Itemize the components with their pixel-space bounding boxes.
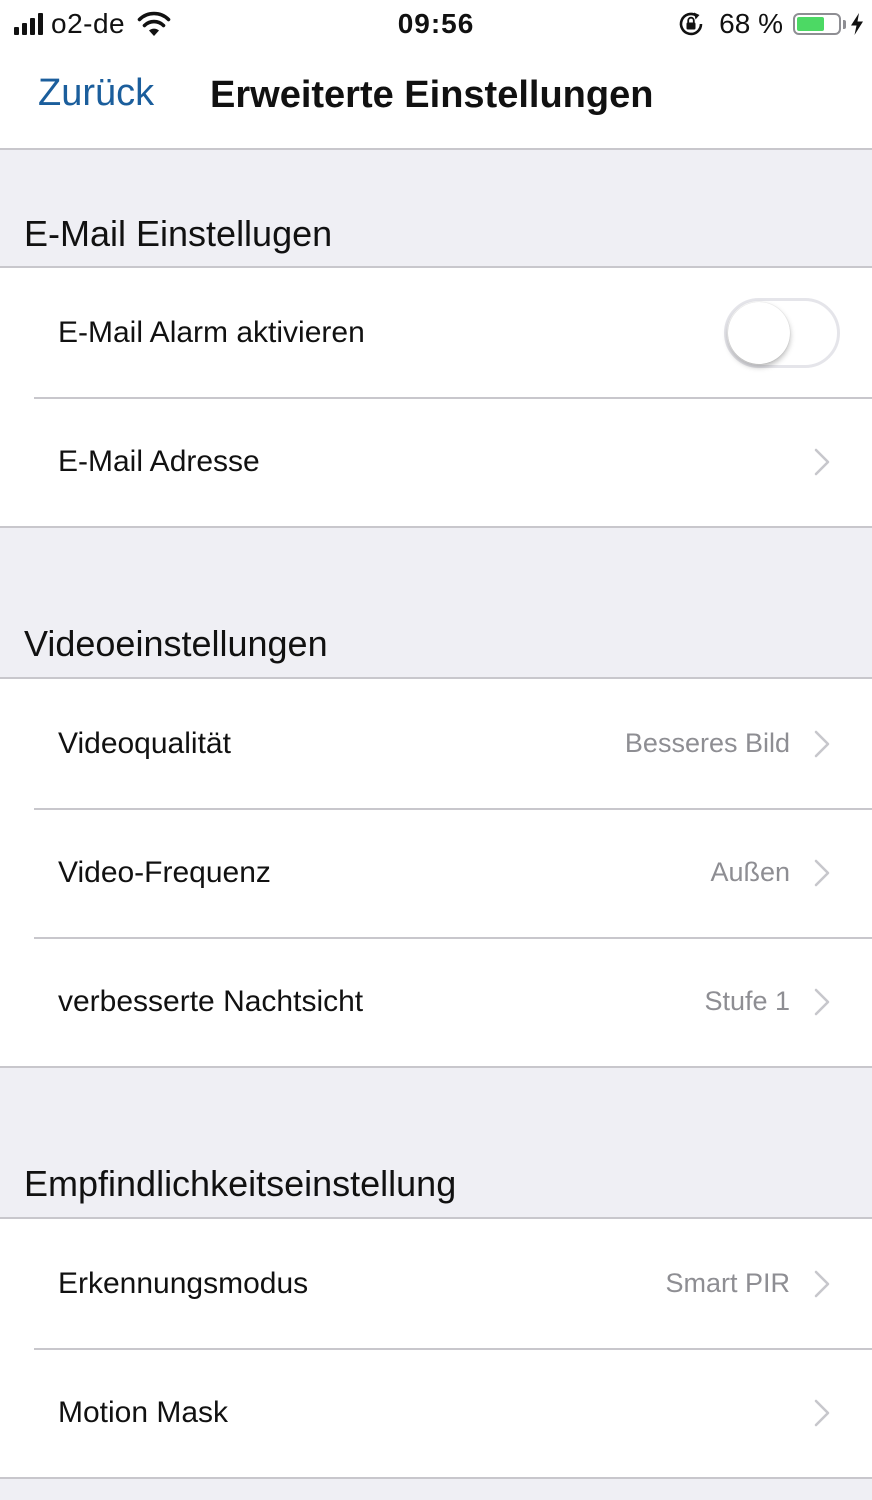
chevron-right-icon — [814, 448, 830, 475]
battery-icon — [793, 13, 841, 35]
status-right: 68 % — [677, 6, 864, 42]
email-settings-group: E-Mail Alarm aktivieren E-Mail Adresse — [0, 266, 872, 528]
night-vision-value: Stufe 1 — [704, 986, 790, 1016]
video-quality-value: Besseres Bild — [624, 728, 790, 758]
night-vision-row[interactable]: verbesserte Nachtsicht Stufe 1 — [0, 937, 872, 1066]
video-quality-label: Videoqualität — [58, 726, 231, 760]
night-vision-label: verbesserte Nachtsicht — [58, 984, 364, 1018]
email-alarm-row: E-Mail Alarm aktivieren — [0, 268, 872, 397]
navigation-bar: Zurück Erweiterte Einstellungen — [0, 48, 872, 150]
section-header-email: E-Mail Einstellugen — [24, 213, 333, 254]
sensitivity-settings-group: Erkennungsmodus Smart PIR Motion Mask — [0, 1217, 872, 1479]
battery-percent: 68 % — [719, 8, 783, 39]
section-header-video: Videoeinstellungen — [24, 623, 328, 664]
email-alarm-label: E-Mail Alarm aktivieren — [58, 315, 365, 349]
email-address-label: E-Mail Adresse — [58, 444, 260, 478]
section-header-sensitivity: Empfindlichkeitseinstellung — [24, 1163, 457, 1204]
email-alarm-toggle[interactable] — [724, 297, 840, 368]
chevron-right-icon — [814, 1270, 830, 1297]
video-frequency-label: Video-Frequenz — [58, 855, 271, 889]
chevron-right-icon — [814, 988, 830, 1015]
toggle-knob — [728, 301, 790, 364]
detection-mode-value: Smart PIR — [665, 1268, 790, 1298]
chevron-right-icon — [814, 730, 830, 757]
detection-mode-row[interactable]: Erkennungsmodus Smart PIR — [0, 1219, 872, 1348]
back-button[interactable]: Zurück — [38, 72, 154, 115]
chevron-right-icon — [814, 859, 830, 886]
status-bar: o2-de 09:56 68 % — [0, 0, 872, 48]
rotation-lock-icon — [679, 12, 703, 36]
battery-nub — [843, 19, 846, 29]
chevron-right-icon — [814, 1399, 830, 1426]
motion-mask-row[interactable]: Motion Mask — [0, 1348, 872, 1477]
video-quality-row[interactable]: Videoqualität Besseres Bild — [0, 679, 872, 808]
motion-mask-label: Motion Mask — [58, 1395, 229, 1429]
video-frequency-value: Außen — [710, 857, 790, 887]
video-frequency-row[interactable]: Video-Frequenz Außen — [0, 808, 872, 937]
battery-fill — [797, 17, 825, 31]
detection-mode-label: Erkennungsmodus — [58, 1266, 309, 1300]
charging-bolt-icon — [851, 13, 863, 35]
page-title: Erweiterte Einstellungen — [210, 74, 654, 116]
email-address-row[interactable]: E-Mail Adresse — [0, 397, 872, 526]
video-settings-group: Videoqualität Besseres Bild Video-Freque… — [0, 677, 872, 1068]
